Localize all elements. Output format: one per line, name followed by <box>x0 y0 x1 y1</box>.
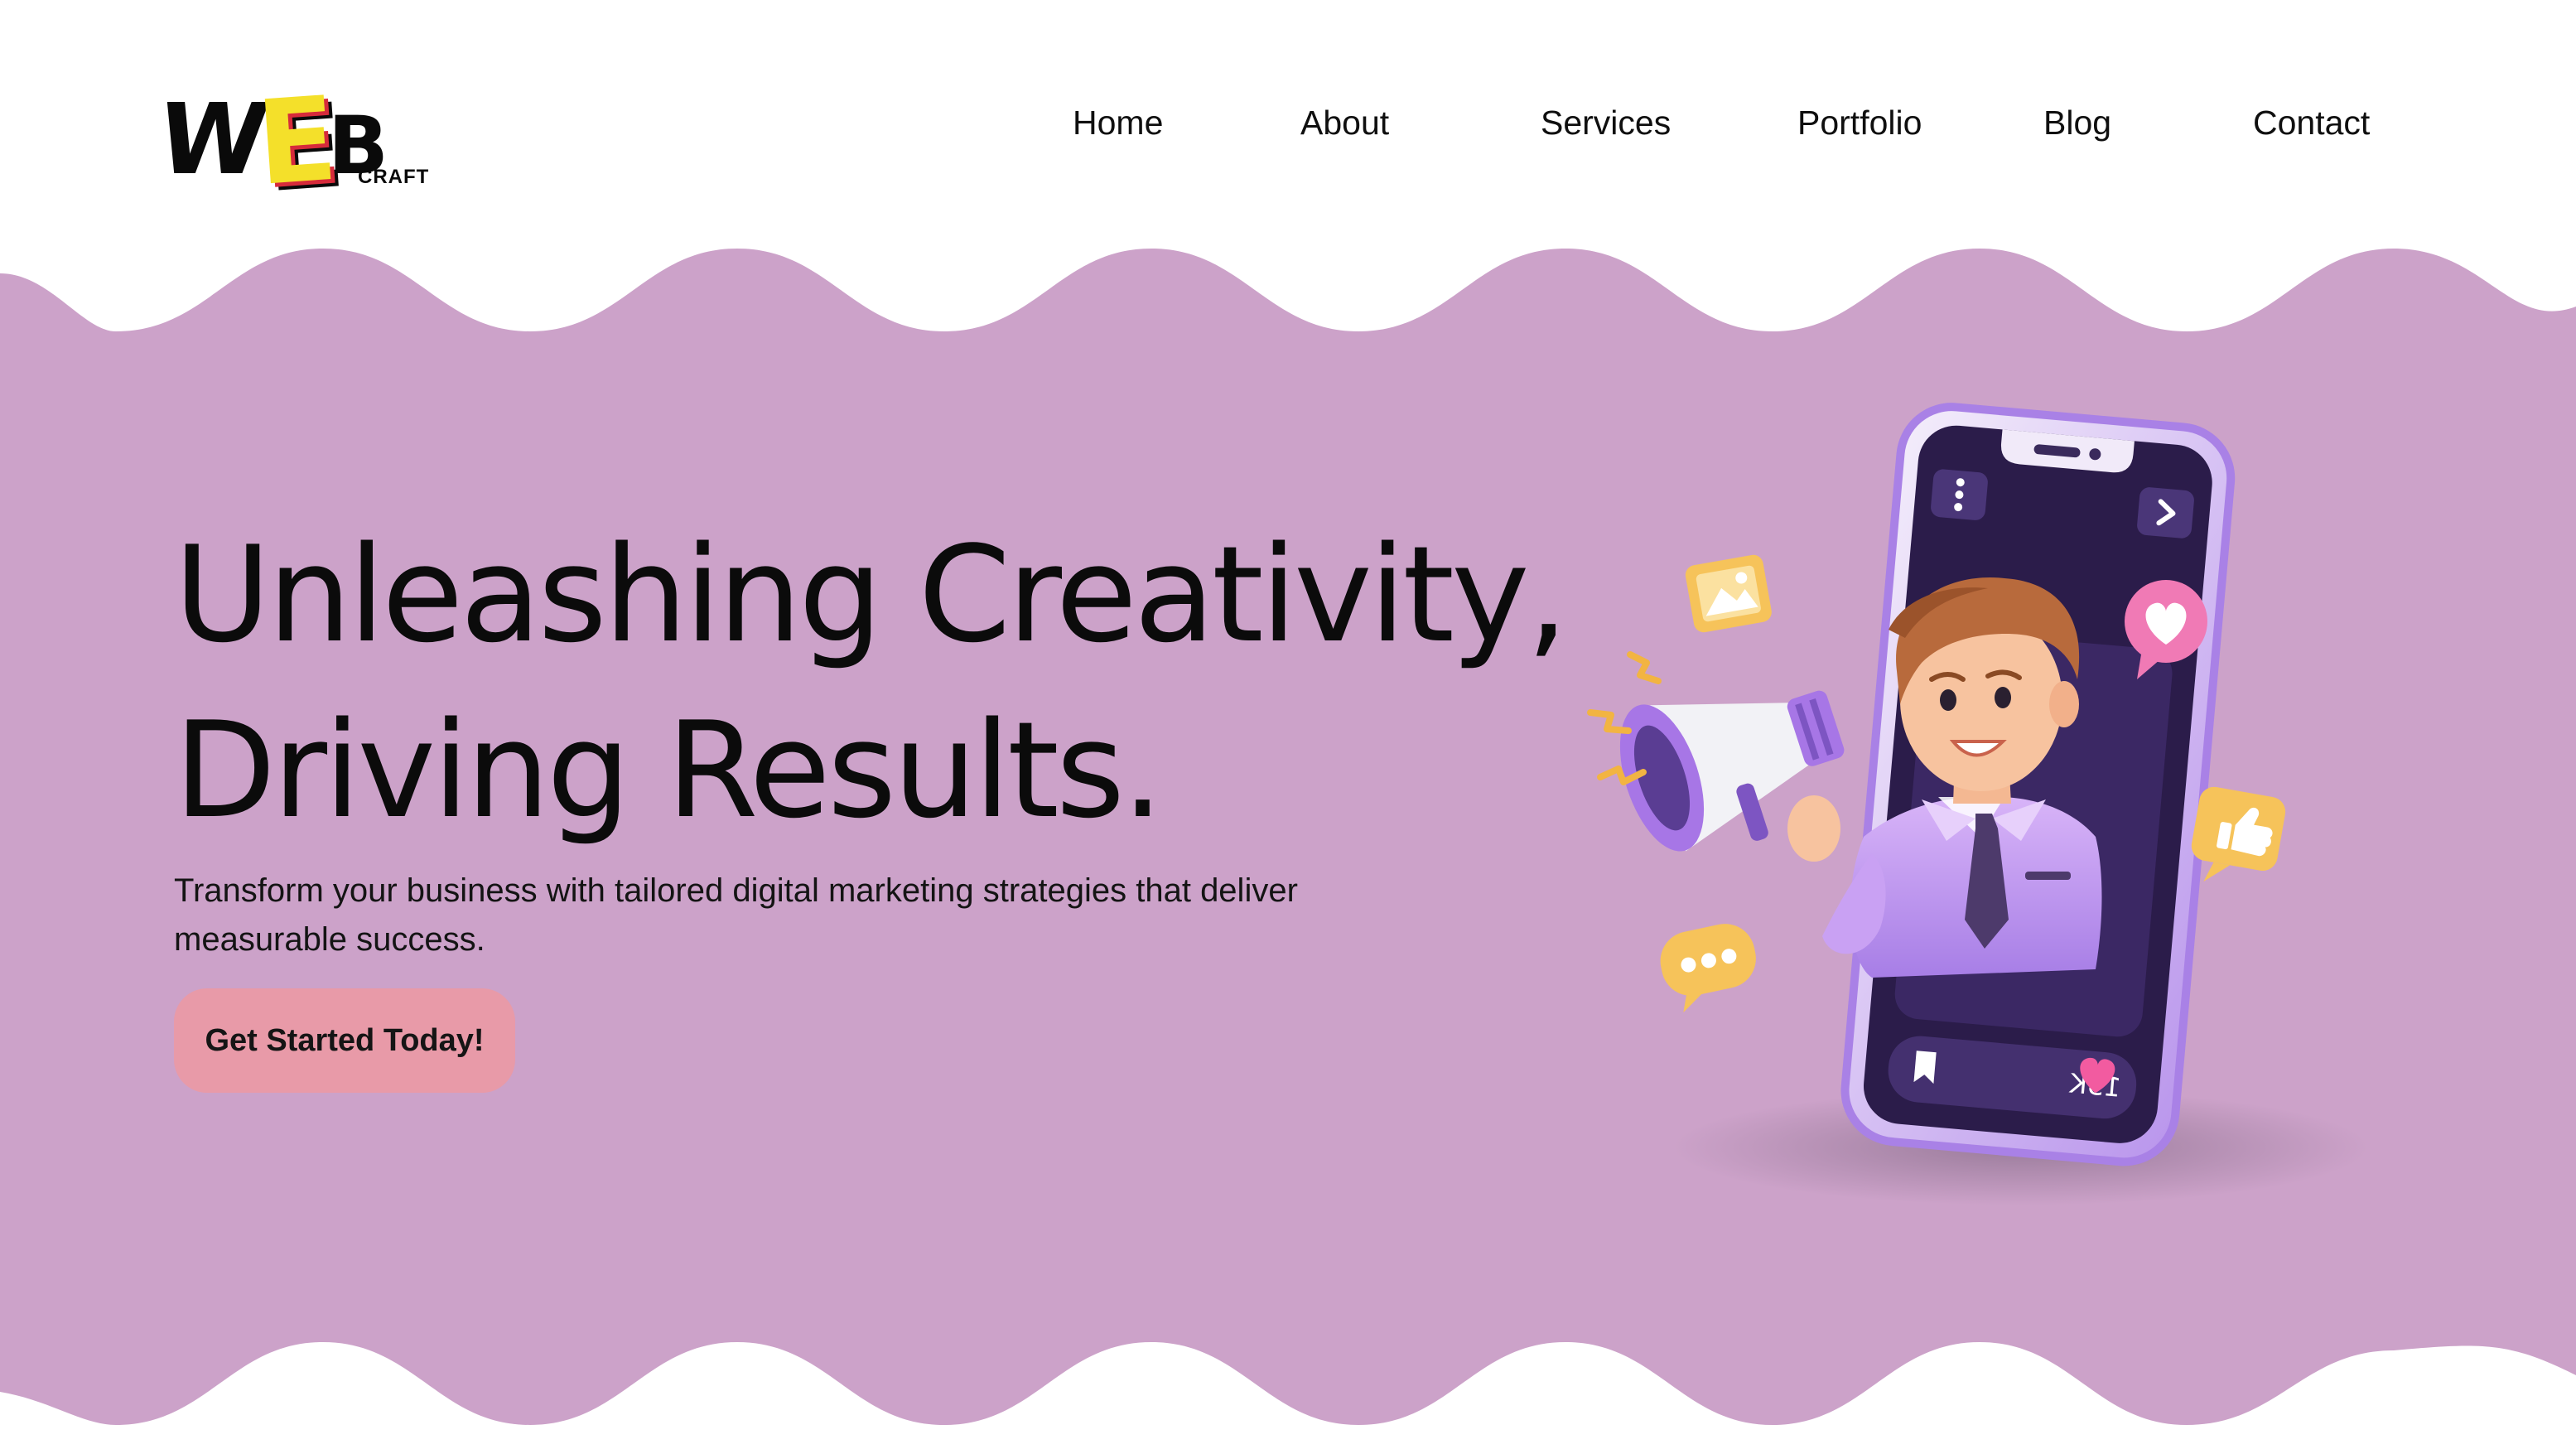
thumbs-up-bubble-icon <box>2191 786 2286 882</box>
hero-subtitle: Transform your business with tailored di… <box>174 872 1298 958</box>
phone-mockup: 15K <box>1840 403 2236 1166</box>
hero-title-line-1: Unleashing Creativity, <box>174 517 1569 672</box>
chat-bubble-icon <box>1660 924 1756 1013</box>
chevron-right-icon <box>2137 487 2194 539</box>
hero-title-line-2: Driving Results. <box>174 693 1164 848</box>
image-sticker-icon <box>1685 554 1772 633</box>
get-started-button[interactable]: Get Started Today! <box>174 988 515 1093</box>
more-options-icon <box>1931 469 1988 520</box>
marketing-illustration: 15K <box>1587 403 2369 1205</box>
hero-title: Unleashing Creativity, Driving Results. <box>174 507 1569 858</box>
